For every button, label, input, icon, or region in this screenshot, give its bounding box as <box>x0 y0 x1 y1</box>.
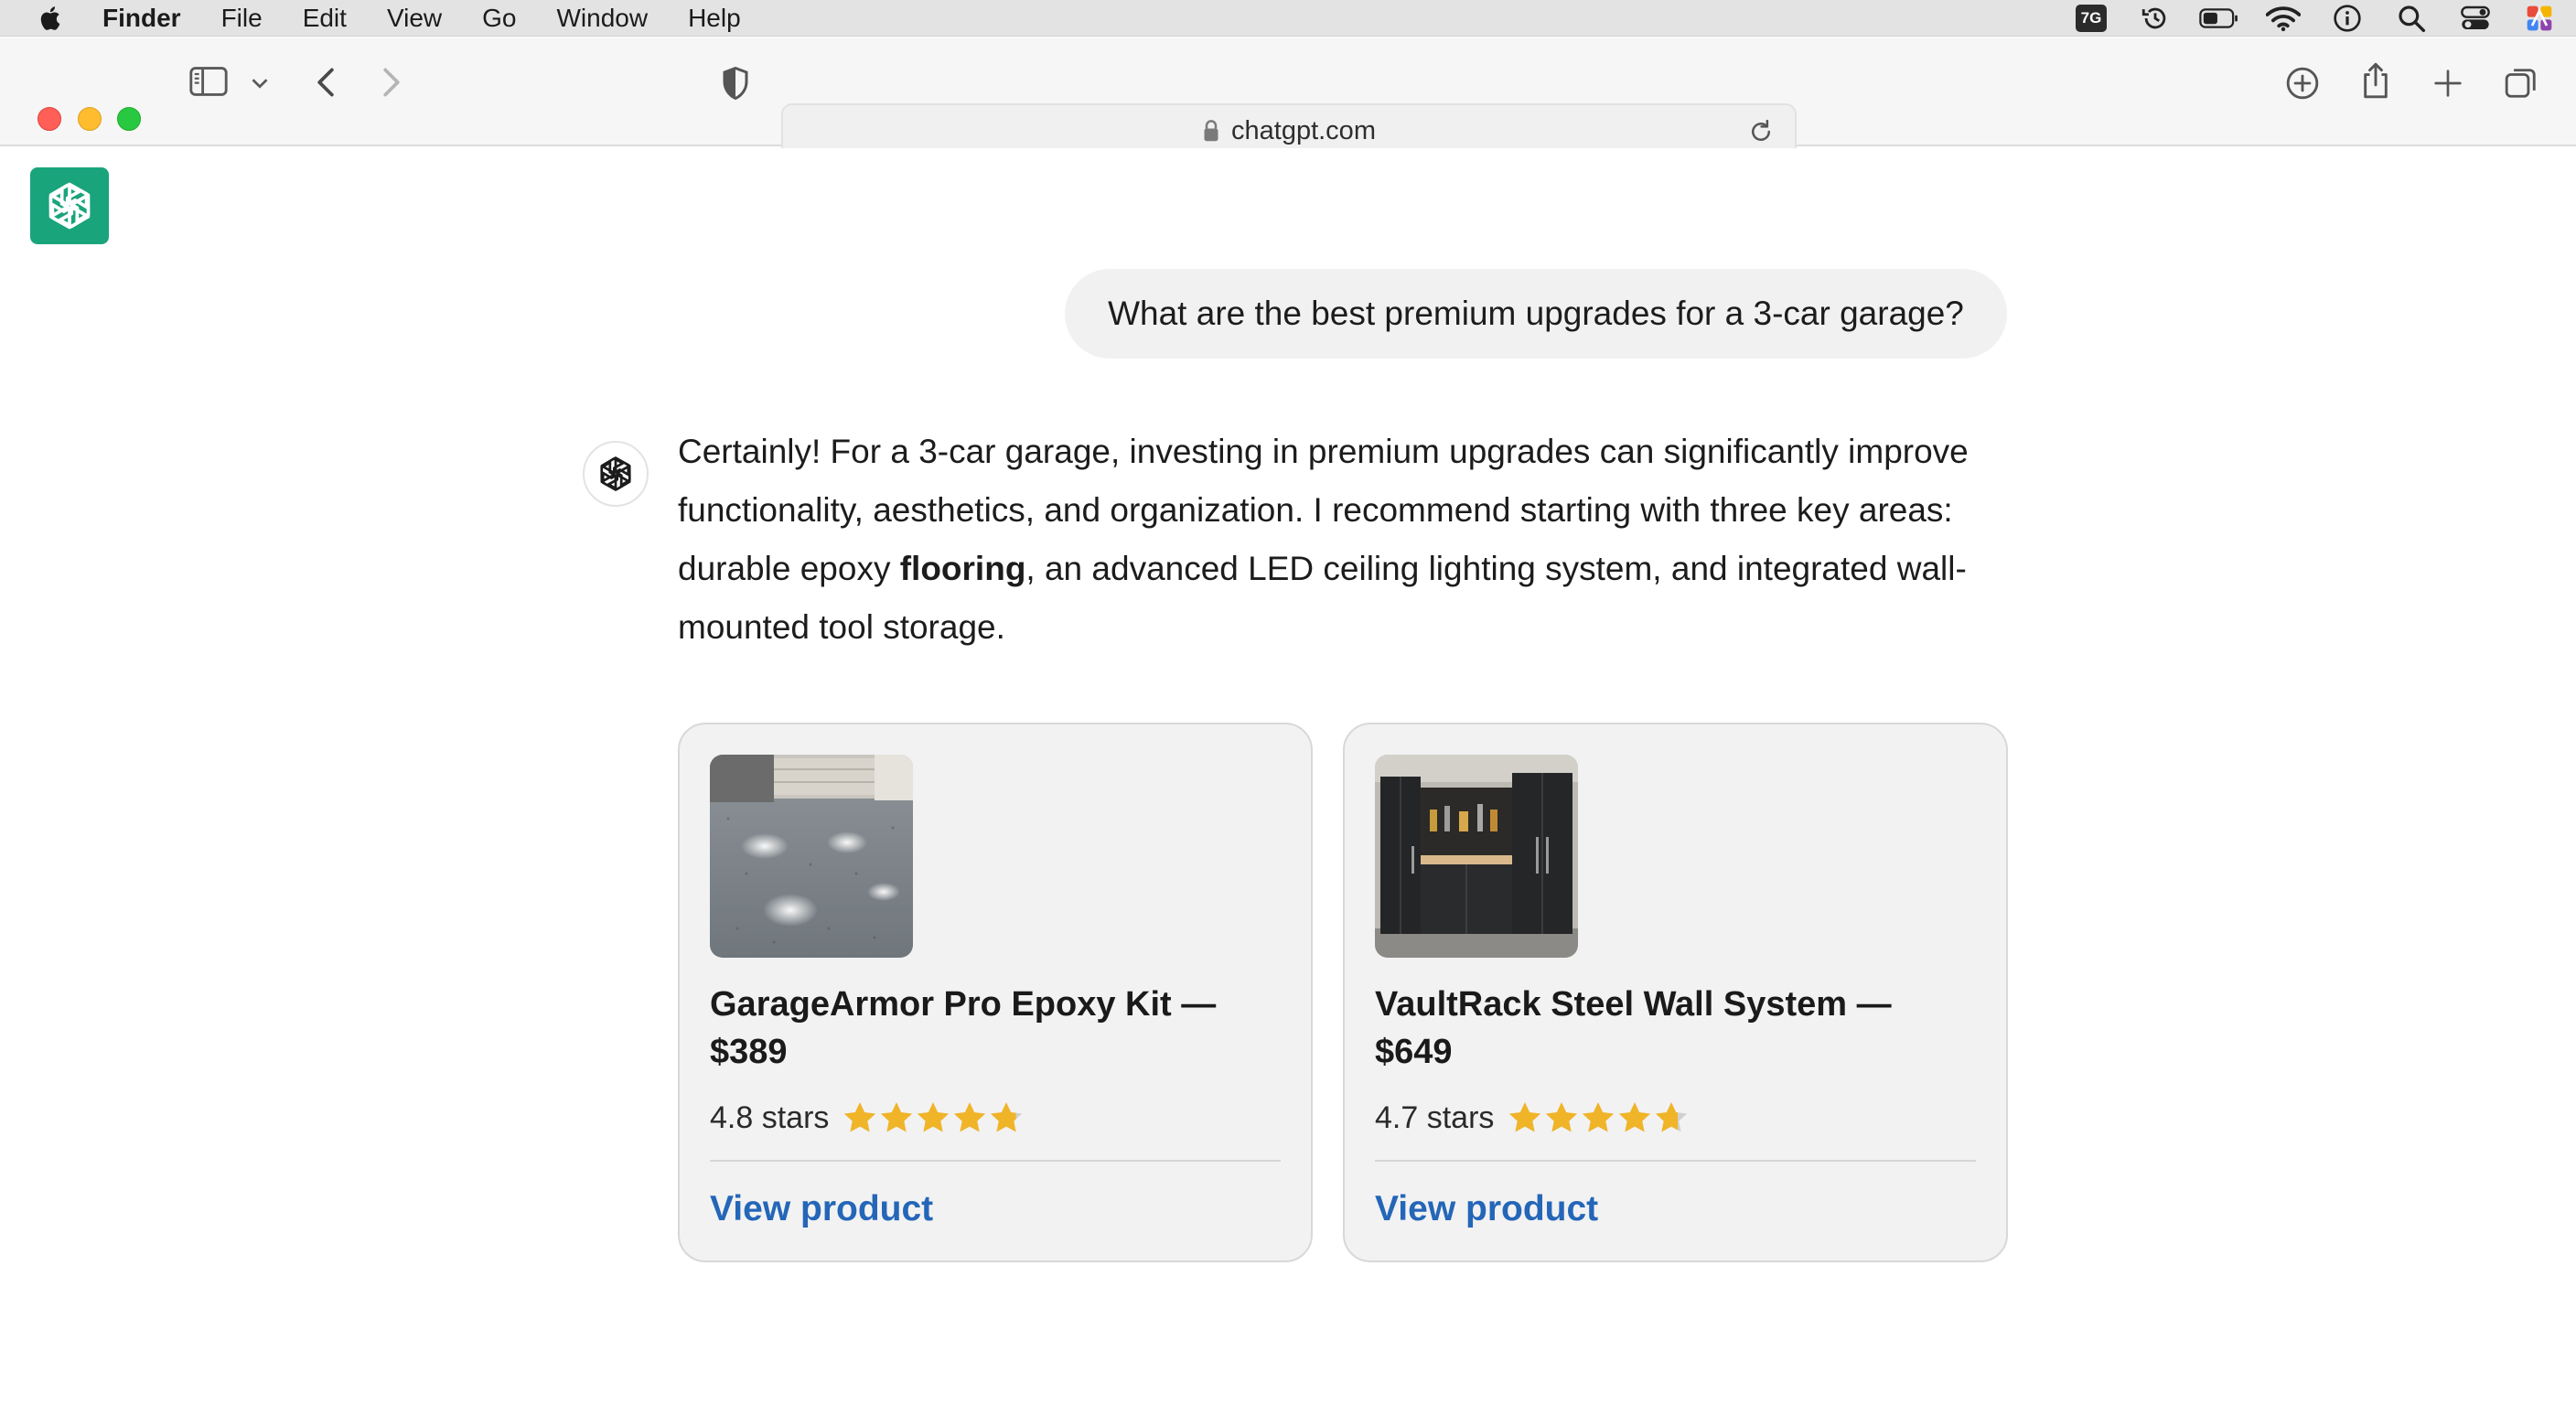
browser-toolbar: chatgpt.com <box>0 38 2576 158</box>
product-card: VaultRack Steel Wall System — $649 4.7 s… <box>1343 723 2008 1262</box>
time-machine-icon[interactable] <box>2135 2 2175 35</box>
view-product-link[interactable]: View product <box>1375 1189 1598 1229</box>
assistant-text-bold: flooring <box>899 550 1026 587</box>
chevron-down-icon[interactable] <box>249 72 271 94</box>
view-product-link[interactable]: View product <box>710 1189 933 1229</box>
rating-row: 4.8 stars <box>710 1098 1025 1138</box>
star-rating <box>1507 1099 1690 1136</box>
star-icon <box>991 1102 1023 1132</box>
star-icon <box>844 1102 876 1132</box>
menu-window[interactable]: Window <box>556 4 648 33</box>
status-badge[interactable]: 7G <box>2071 2 2111 35</box>
star-icon <box>918 1102 950 1132</box>
control-center-icon[interactable] <box>2455 2 2496 35</box>
card-divider <box>710 1160 1281 1162</box>
chatgpt-logo-icon[interactable] <box>30 167 109 244</box>
download-icon[interactable] <box>2283 64 2322 102</box>
close-window-button[interactable] <box>38 107 61 131</box>
card-divider <box>1375 1160 1976 1162</box>
apple-logo-icon[interactable] <box>37 4 66 33</box>
menu-items: Finder File Edit View Go Window Help <box>102 0 781 37</box>
menu-finder[interactable]: Finder <box>102 4 181 33</box>
menu-edit[interactable]: Edit <box>303 4 347 33</box>
rating-text: 4.8 stars <box>710 1099 830 1135</box>
tab-overview-icon[interactable] <box>2501 64 2541 102</box>
minimize-window-button[interactable] <box>78 107 102 131</box>
star-icon <box>881 1102 913 1132</box>
zoom-window-button[interactable] <box>117 107 141 131</box>
menu-help[interactable]: Help <box>688 4 741 33</box>
openai-knot-icon <box>48 182 91 230</box>
product-card: GarageArmor Pro Epoxy Kit — $389 4.8 sta… <box>678 723 1313 1262</box>
star-icon <box>1619 1102 1651 1132</box>
user-message-text: What are the best premium upgrades for a… <box>1108 295 1964 332</box>
product-title: VaultRack Steel Wall System — $649 <box>1375 985 1892 1071</box>
star-icon <box>1583 1102 1615 1132</box>
siri-icon[interactable] <box>2519 2 2560 35</box>
privacy-shield-icon[interactable] <box>717 65 754 102</box>
star-icon <box>1509 1102 1541 1132</box>
lock-icon <box>1204 120 1218 142</box>
assistant-message: Certainly! For a 3-car garage, investing… <box>678 423 2013 657</box>
assistant-avatar <box>583 441 649 507</box>
rating-row: 4.7 stars <box>1375 1098 1690 1138</box>
battery-icon[interactable] <box>2199 2 2239 35</box>
openai-knot-icon <box>600 456 631 491</box>
user-message-bubble: What are the best premium upgrades for a… <box>1065 269 2007 359</box>
forward-icon[interactable] <box>375 65 408 100</box>
wifi-icon[interactable] <box>2263 2 2303 35</box>
menu-bar: Finder File Edit View Go Window Help 7G <box>0 0 2576 37</box>
wall-system-image[interactable] <box>1375 755 1578 958</box>
chat-page: What are the best premium upgrades for a… <box>0 148 2576 1405</box>
star-icon <box>954 1102 986 1132</box>
star-icon <box>1546 1102 1578 1132</box>
epoxy-floor-image[interactable] <box>710 755 913 958</box>
star-icon <box>1656 1102 1688 1132</box>
share-icon[interactable] <box>2356 59 2395 102</box>
status-area: 7G <box>2047 0 2560 37</box>
product-title: GarageArmor Pro Epoxy Kit — $389 <box>710 985 1217 1071</box>
rating-text: 4.7 stars <box>1375 1099 1495 1135</box>
new-tab-icon[interactable] <box>2430 65 2466 102</box>
menu-go[interactable]: Go <box>482 4 516 33</box>
reload-icon[interactable] <box>1747 118 1775 150</box>
back-icon[interactable] <box>309 65 342 100</box>
sidebar-icon[interactable] <box>188 65 229 98</box>
address-text: chatgpt.com <box>1231 115 1376 145</box>
menu-file[interactable]: File <box>221 4 263 33</box>
star-rating <box>842 1099 1025 1136</box>
status-badge-label: 7G <box>2075 5 2108 32</box>
menu-view[interactable]: View <box>387 4 442 33</box>
spotlight-search-icon[interactable] <box>2391 2 2431 35</box>
info-icon[interactable] <box>2327 2 2367 35</box>
